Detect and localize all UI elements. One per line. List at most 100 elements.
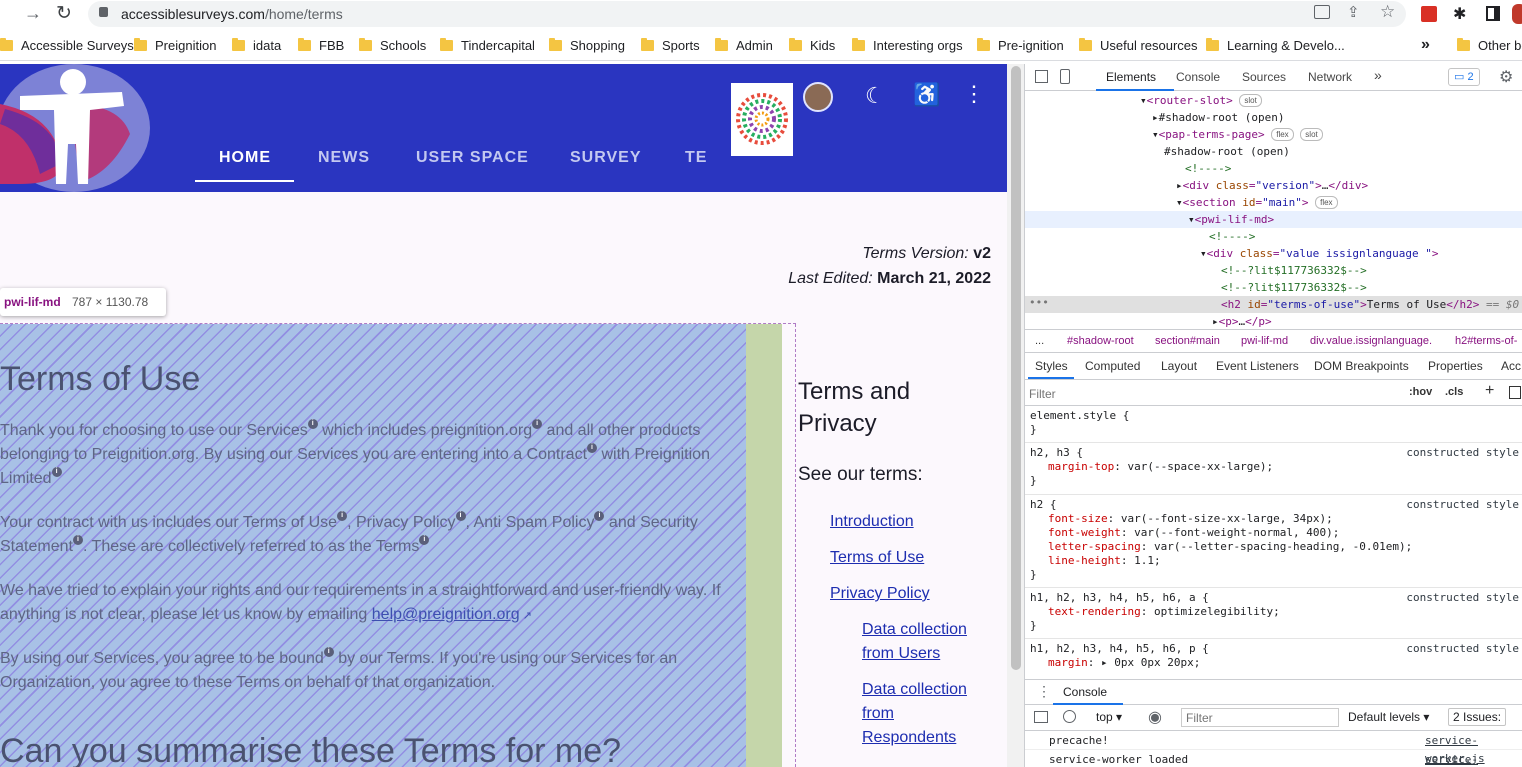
- bookmark-item[interactable]: Sports: [641, 29, 700, 61]
- add-rule-icon[interactable]: +: [1485, 382, 1494, 400]
- info-icon[interactable]: i: [323, 647, 334, 657]
- tab-sources[interactable]: Sources: [1242, 70, 1286, 84]
- subtab-accessibility[interactable]: Acc: [1501, 354, 1521, 378]
- dom-node-selected[interactable]: <h2 id="terms-of-use">Terms of Use</h2> …: [1025, 296, 1522, 313]
- side-panel-icon[interactable]: [1486, 6, 1500, 21]
- css-declaration[interactable]: margin: ▸ 0px 0px 20px;: [1048, 656, 1200, 670]
- info-icon[interactable]: i: [307, 419, 318, 429]
- toc-link-data-users[interactable]: Data collection from Users: [862, 618, 982, 666]
- css-declaration[interactable]: text-rendering: optimizelegibility;: [1048, 605, 1280, 619]
- bookmark-item[interactable]: Interesting orgs: [852, 29, 963, 61]
- issues-counter[interactable]: 2 Issues:: [1448, 708, 1507, 726]
- info-icon[interactable]: i: [337, 511, 348, 521]
- tab-elements[interactable]: Elements: [1106, 70, 1156, 84]
- dom-node[interactable]: ▸<div class="version">…</div>: [1176, 177, 1368, 194]
- subtab-dom-breakpoints[interactable]: DOM Breakpoints: [1314, 354, 1409, 378]
- toc-link-data-respondents[interactable]: Data collection from Respondents: [862, 678, 972, 750]
- toc-link-terms-of-use[interactable]: Terms of Use: [830, 546, 924, 570]
- dom-node[interactable]: <!--?lit$117736332$-->: [1221, 262, 1367, 279]
- console-drawer-tab[interactable]: Console: [1063, 685, 1107, 699]
- email-link[interactable]: help@preignition.org: [372, 606, 520, 623]
- issues-badge[interactable]: ▭ 2: [1448, 68, 1480, 86]
- bookmark-item[interactable]: Preignition: [134, 29, 216, 61]
- dom-node[interactable]: ▾<div class="value issignlanguage ">: [1200, 245, 1438, 262]
- nav-user-space[interactable]: USER SPACE: [416, 149, 529, 167]
- install-app-icon[interactable]: [1314, 5, 1330, 19]
- extension-red-icon[interactable]: [1421, 6, 1437, 22]
- subtab-properties[interactable]: Properties: [1428, 354, 1483, 378]
- bookmark-item[interactable]: Admin: [715, 29, 773, 61]
- console-source-link[interactable]: service-worker.js: [1425, 751, 1522, 767]
- reload-icon[interactable]: ↻: [56, 2, 72, 25]
- inspect-element-icon[interactable]: [1035, 70, 1048, 83]
- css-declaration[interactable]: margin-top: var(--space-xx-large);: [1048, 460, 1273, 474]
- bookmark-item[interactable]: Schools: [359, 29, 426, 61]
- profile-icon[interactable]: [1512, 4, 1522, 24]
- cls-button[interactable]: .cls: [1445, 386, 1463, 398]
- show-sidebar-icon[interactable]: [1034, 711, 1048, 723]
- hov-button[interactable]: :hov: [1409, 386, 1432, 398]
- bookmark-item[interactable]: Accessible Surveys: [0, 29, 134, 61]
- dom-node[interactable]: ▾<pap-terms-page> flex slot: [1152, 126, 1323, 143]
- device-toolbar-icon[interactable]: [1060, 69, 1070, 84]
- breadcrumb-item[interactable]: div.value.issignlanguage.: [1310, 330, 1432, 352]
- nav-survey[interactable]: SURVEY: [570, 149, 642, 167]
- console-filter-input[interactable]: [1181, 708, 1339, 727]
- nav-te[interactable]: TE: [685, 149, 707, 167]
- breadcrumb-item[interactable]: h2#terms-of-: [1455, 330, 1517, 352]
- other-bookmarks[interactable]: Other bo: [1457, 29, 1522, 61]
- dom-node[interactable]: <!---->: [1185, 160, 1231, 177]
- dom-node[interactable]: ▸<p>…</p>: [1212, 313, 1272, 330]
- styles-filter-input[interactable]: [1029, 384, 1399, 403]
- drawer-menu-icon[interactable]: ⋮: [1037, 683, 1051, 700]
- bookmark-item[interactable]: FBB: [298, 29, 344, 61]
- live-expression-eye-icon[interactable]: ◉: [1148, 707, 1162, 727]
- bookmark-star-icon[interactable]: ☆: [1380, 2, 1395, 22]
- dom-node[interactable]: ▸#shadow-root (open): [1152, 109, 1284, 126]
- css-declaration[interactable]: font-size: var(--font-size-xx-large, 34p…: [1048, 512, 1333, 526]
- dom-node[interactable]: ▾<section id="main"> flex: [1176, 194, 1338, 211]
- css-declaration[interactable]: letter-spacing: var(--letter-spacing-hea…: [1048, 540, 1412, 554]
- nav-home[interactable]: HOME: [219, 149, 271, 167]
- share-icon[interactable]: ⇪: [1347, 3, 1360, 21]
- dom-node-selected-parent[interactable]: ▾<pwi-lif-md>: [1025, 211, 1522, 228]
- breadcrumb-item[interactable]: pwi-lif-md: [1241, 330, 1288, 352]
- info-icon[interactable]: i: [587, 443, 598, 453]
- accessibility-logo[interactable]: [0, 64, 152, 192]
- info-icon[interactable]: i: [455, 511, 466, 521]
- info-icon[interactable]: i: [419, 535, 430, 545]
- info-icon[interactable]: i: [72, 535, 83, 545]
- info-icon[interactable]: i: [51, 467, 62, 477]
- info-icon[interactable]: i: [532, 419, 543, 429]
- css-declaration[interactable]: font-weight: var(--font-weight-normal, 4…: [1048, 526, 1339, 540]
- more-tabs-button[interactable]: »: [1374, 67, 1382, 83]
- partner-logo[interactable]: [731, 83, 793, 156]
- dom-node[interactable]: #shadow-root (open): [1164, 143, 1290, 160]
- toggle-sidebar-icon[interactable]: [1509, 386, 1521, 399]
- nav-news[interactable]: NEWS: [318, 149, 370, 167]
- toc-link-privacy-policy[interactable]: Privacy Policy: [830, 582, 930, 606]
- bookmark-item[interactable]: Pre-ignition: [977, 29, 1064, 61]
- bookmark-item[interactable]: Kids: [789, 29, 835, 61]
- subtab-computed[interactable]: Computed: [1085, 354, 1140, 378]
- breadcrumb-item[interactable]: section#main: [1155, 330, 1220, 352]
- address-bar[interactable]: accessiblesurveys.com/home/terms ⇪ ☆: [88, 1, 1406, 27]
- bookmark-item[interactable]: Tindercapital: [440, 29, 535, 61]
- log-levels-select[interactable]: Default levels ▾: [1348, 710, 1429, 724]
- breadcrumb-item[interactable]: ...: [1035, 330, 1044, 352]
- css-declaration[interactable]: line-height: 1.1;: [1048, 554, 1161, 568]
- accessibility-icon[interactable]: ♿: [913, 82, 940, 108]
- tab-network[interactable]: Network: [1308, 70, 1352, 84]
- user-avatar[interactable]: [803, 82, 833, 112]
- bookmark-item[interactable]: idata: [232, 29, 281, 61]
- more-vert-icon[interactable]: ⋮: [963, 81, 985, 107]
- toc-link-introduction[interactable]: Introduction: [830, 510, 914, 534]
- dom-node[interactable]: <!---->: [1209, 228, 1255, 245]
- page-scrollbar-thumb[interactable]: [1011, 66, 1021, 670]
- dom-node[interactable]: <!--?lit$117736332$-->: [1221, 279, 1367, 296]
- subtab-styles[interactable]: Styles: [1035, 354, 1068, 378]
- bookmark-item[interactable]: Shopping: [549, 29, 625, 61]
- dom-node[interactable]: ▾<router-slot> slot: [1140, 92, 1262, 109]
- forward-arrow-icon[interactable]: →: [24, 3, 42, 24]
- subtab-event-listeners[interactable]: Event Listeners: [1216, 354, 1299, 378]
